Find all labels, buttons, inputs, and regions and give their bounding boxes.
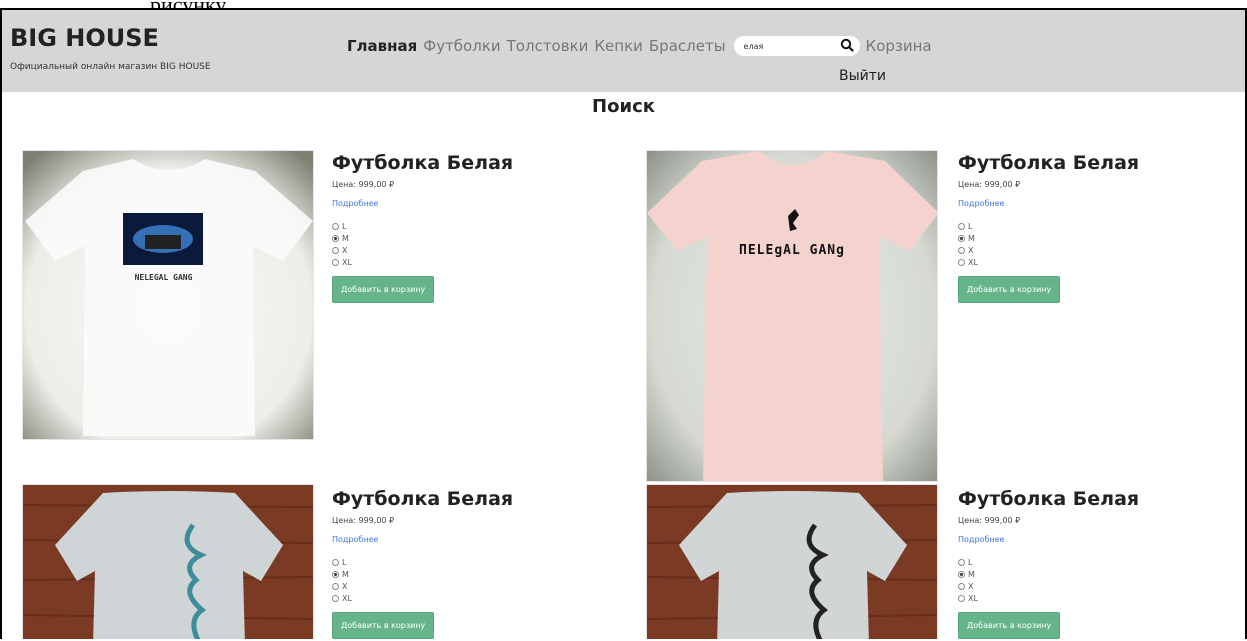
logout-link[interactable]: Выйти	[839, 68, 886, 84]
tshirt-print-text: ПELEgAL GANg	[739, 243, 845, 258]
product-title: Футболка Белая	[332, 152, 514, 174]
size-option[interactable]: L	[332, 220, 572, 232]
size-label: L	[342, 557, 347, 567]
size-label: XL	[342, 593, 352, 603]
radio-icon[interactable]	[332, 258, 339, 266]
radio-icon[interactable]	[958, 234, 965, 242]
nav-caps[interactable]: Кепки	[594, 37, 643, 55]
details-link[interactable]: Подробнее	[332, 535, 572, 544]
size-label: L	[968, 557, 973, 567]
size-label: XL	[968, 593, 978, 603]
radio-icon[interactable]	[958, 246, 965, 254]
page-title: Поиск	[592, 96, 655, 117]
size-label: M	[968, 233, 975, 243]
nav-hoodies[interactable]: Толстовки	[507, 37, 589, 55]
product-card: Футболка Белая Цена: 999,00 ₽ Подробнее …	[958, 488, 1198, 639]
size-option[interactable]: L	[958, 220, 1198, 232]
details-link[interactable]: Подробнее	[332, 199, 572, 208]
size-label: XL	[968, 257, 978, 267]
product-image[interactable]: ПELEgAL GANg	[646, 150, 938, 482]
radio-icon[interactable]	[332, 558, 339, 566]
product-price: Цена: 999,00 ₽	[958, 516, 1021, 525]
size-option[interactable]: X	[958, 244, 1198, 256]
tshirt-image	[23, 151, 313, 439]
radio-icon[interactable]	[958, 582, 965, 590]
size-label: M	[342, 233, 349, 243]
product-price: Цена: 999,00 ₽	[332, 180, 395, 189]
radio-icon[interactable]	[332, 570, 339, 578]
details-link[interactable]: Подробнее	[958, 535, 1198, 544]
size-label: M	[342, 569, 349, 579]
product-card: Футболка Белая Цена: 999,00 ₽ Подробнее …	[332, 488, 572, 639]
nav-tshirts[interactable]: Футболки	[423, 37, 500, 55]
product-title: Футболка Белая	[958, 488, 1140, 510]
size-label: XL	[342, 257, 352, 267]
size-label: X	[968, 581, 974, 591]
size-option[interactable]: X	[958, 580, 1198, 592]
document-caption: рисунку	[150, 0, 226, 8]
size-option[interactable]: XL	[958, 256, 1198, 268]
size-option[interactable]: M	[958, 232, 1198, 244]
radio-icon[interactable]	[332, 594, 339, 602]
radio-icon[interactable]	[332, 582, 339, 590]
add-to-cart-button[interactable]: Добавить в корзину	[332, 612, 435, 639]
radio-icon[interactable]	[958, 558, 965, 566]
size-option[interactable]: M	[958, 568, 1198, 580]
size-label: L	[968, 221, 973, 231]
size-label: L	[342, 221, 347, 231]
product-title: Футболка Белая	[958, 152, 1140, 174]
size-option[interactable]: M	[332, 568, 572, 580]
size-option[interactable]: M	[332, 232, 572, 244]
brand-tagline: Официальный онлайн магазин BIG HOUSE	[10, 62, 211, 72]
add-to-cart-button[interactable]: Добавить в корзину	[958, 276, 1061, 303]
product-title: Футболка Белая	[332, 488, 514, 510]
nav-home[interactable]: Главная	[347, 37, 417, 55]
radio-icon[interactable]	[958, 594, 965, 602]
product-image[interactable]: NELEGAL GANG	[22, 150, 314, 440]
nav-bracelets[interactable]: Браслеты	[649, 37, 726, 55]
product-price: Цена: 999,00 ₽	[958, 180, 1021, 189]
browser-page: BIG HOUSE Официальный онлайн магазин BIG…	[0, 8, 1247, 639]
radio-icon[interactable]	[958, 258, 965, 266]
size-label: M	[968, 569, 975, 579]
radio-icon[interactable]	[958, 570, 965, 578]
main-nav: Главная Футболки Толстовки Кепки Браслет…	[347, 36, 938, 56]
size-option[interactable]: L	[958, 556, 1198, 568]
size-option[interactable]: L	[332, 556, 572, 568]
radio-icon[interactable]	[958, 222, 965, 230]
size-options: L M X XL	[332, 220, 572, 268]
product-image[interactable]	[22, 484, 314, 639]
size-option[interactable]: X	[332, 244, 572, 256]
add-to-cart-button[interactable]: Добавить в корзину	[332, 276, 435, 303]
size-label: X	[342, 581, 348, 591]
radio-icon[interactable]	[332, 234, 339, 242]
size-option[interactable]: XL	[332, 592, 572, 604]
nav-cart[interactable]: Корзина	[866, 37, 932, 55]
size-label: X	[968, 245, 974, 255]
size-option[interactable]: X	[332, 580, 572, 592]
search-input[interactable]	[741, 38, 836, 55]
size-options: L M X XL	[958, 220, 1198, 268]
header: BIG HOUSE Официальный онлайн магазин BIG…	[2, 10, 1245, 92]
tshirt-image	[647, 151, 937, 481]
product-card: Футболка Белая Цена: 999,00 ₽ Подробнее …	[958, 152, 1198, 303]
tshirt-print-text: NELEGAL GANG	[134, 273, 193, 282]
add-to-cart-button[interactable]: Добавить в корзину	[958, 612, 1061, 639]
tshirt-image	[647, 485, 937, 639]
size-options: L M X XL	[958, 556, 1198, 604]
size-options: L M X XL	[332, 556, 572, 604]
product-image[interactable]	[646, 484, 938, 639]
search-icon[interactable]	[840, 38, 854, 52]
size-option[interactable]: XL	[958, 592, 1198, 604]
search-box	[733, 36, 860, 56]
brand-title[interactable]: BIG HOUSE	[10, 24, 159, 52]
radio-icon[interactable]	[332, 246, 339, 254]
size-label: X	[342, 245, 348, 255]
product-card: Футболка Белая Цена: 999,00 ₽ Подробнее …	[332, 152, 572, 303]
radio-icon[interactable]	[332, 222, 339, 230]
tshirt-image	[23, 485, 313, 639]
product-price: Цена: 999,00 ₽	[332, 516, 395, 525]
size-option[interactable]: XL	[332, 256, 572, 268]
details-link[interactable]: Подробнее	[958, 199, 1198, 208]
